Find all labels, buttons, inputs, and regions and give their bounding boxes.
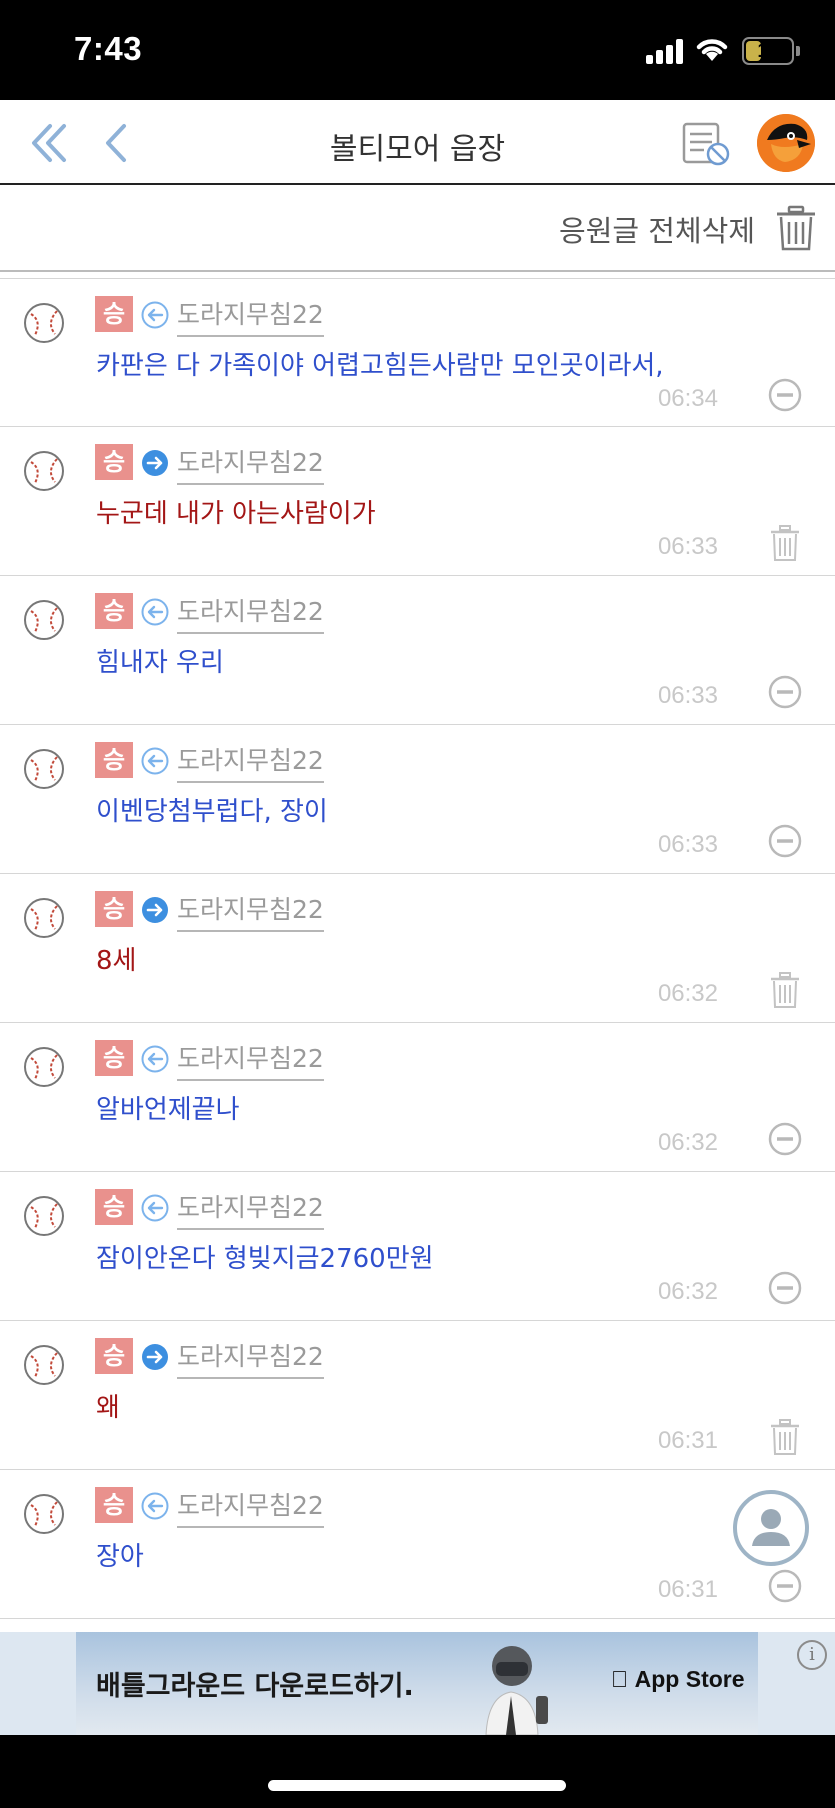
message-text: 이벤당첨부럽다, 장이 xyxy=(96,797,328,827)
message-text: 잠이안온다 형빚지금2760만원 xyxy=(96,1244,434,1274)
username-link[interactable]: 도라지무침22 xyxy=(177,1188,324,1230)
message-row[interactable]: 승 도라지무침22 잠이안온다 형빚지금2760만원 06:32 xyxy=(0,1172,835,1321)
win-badge: 승 xyxy=(95,1189,133,1225)
message-text: 장아 xyxy=(96,1542,144,1572)
arrow-left-icon xyxy=(141,301,169,329)
arrow-right-icon xyxy=(141,1343,169,1371)
app-store-label:  App Store xyxy=(611,1666,745,1692)
ad-banner[interactable]: 배틀그라운드 다운로드하기.  App Store i xyxy=(0,1632,835,1735)
ad-image[interactable]: 배틀그라운드 다운로드하기.  App Store xyxy=(76,1632,758,1735)
username-link[interactable]: 도라지무침22 xyxy=(177,890,324,932)
message-time: 06:31 xyxy=(657,1576,718,1603)
message-time: 06:33 xyxy=(657,682,718,709)
arrow-left-icon xyxy=(141,1045,169,1073)
trash-icon[interactable] xyxy=(768,1419,802,1455)
delete-all-label[interactable]: 응원글 전체삭제 xyxy=(559,208,755,250)
apple-icon:  xyxy=(611,1666,628,1692)
battery-nub xyxy=(796,46,800,56)
person-icon xyxy=(752,1509,790,1546)
win-badge: 승 xyxy=(95,742,133,778)
message-row[interactable]: 승 도라지무침22 장아 06:31 xyxy=(0,1470,835,1619)
message-row[interactable]: 승 도라지무침22 누군데 내가 아는사람이가 06:33 xyxy=(0,427,835,576)
win-badge: 승 xyxy=(95,444,133,480)
block-icon[interactable] xyxy=(768,1121,802,1157)
message-time: 06:32 xyxy=(657,980,718,1007)
arrow-left-icon xyxy=(141,598,169,626)
cellular-signal-icon xyxy=(646,38,684,64)
baseball-icon xyxy=(22,1492,66,1536)
message-text: 카판은 다 가족이야 어렵고힘든사람만 모인곳이라서, xyxy=(96,351,664,381)
status-time: 7:43 xyxy=(74,30,143,67)
home-indicator-area xyxy=(0,1735,835,1808)
battery-level: 11 xyxy=(757,40,779,62)
home-indicator[interactable] xyxy=(268,1780,566,1791)
orioles-logo-icon xyxy=(757,114,815,172)
ad-character-image xyxy=(485,1646,548,1735)
message-time: 06:31 xyxy=(657,1427,718,1454)
block-icon[interactable] xyxy=(768,674,802,710)
wifi-icon xyxy=(696,39,728,61)
baseball-icon xyxy=(22,1194,66,1238)
win-badge: 승 xyxy=(95,1040,133,1076)
status-bar: 7:43 11 xyxy=(0,0,835,100)
username-link[interactable]: 도라지무침22 xyxy=(177,1039,324,1081)
ad-text: 배틀그라운드 다운로드하기. xyxy=(96,1671,414,1702)
win-badge: 승 xyxy=(95,593,133,629)
message-text: 알바언제끝나 xyxy=(96,1095,240,1125)
message-text: 8세 xyxy=(96,946,137,976)
arrow-right-icon xyxy=(141,896,169,924)
baseball-icon xyxy=(22,747,66,791)
block-icon[interactable] xyxy=(768,1270,802,1306)
delete-all-bar: 응원글 전체삭제 xyxy=(0,186,835,272)
username-link[interactable]: 도라지무침22 xyxy=(177,592,324,634)
trash-icon[interactable] xyxy=(768,972,802,1008)
message-row[interactable]: 승 도라지무침22 카판은 다 가족이야 어렵고힘든사람만 모인곳이라서, 06:34 xyxy=(0,278,835,427)
block-icon[interactable] xyxy=(768,823,802,859)
message-row[interactable]: 승 도라지무침22 이벤당첨부럽다, 장이 06:33 xyxy=(0,725,835,874)
message-time: 06:33 xyxy=(657,831,718,858)
nav-bar: 볼티모어 읍장 xyxy=(0,100,835,185)
message-text: 누군데 내가 아는사람이가 xyxy=(96,499,376,529)
message-text: 힘내자 우리 xyxy=(96,648,224,678)
baseball-icon xyxy=(22,1343,66,1387)
message-time: 06:33 xyxy=(657,533,718,560)
baseball-icon xyxy=(22,896,66,940)
username-link[interactable]: 도라지무침22 xyxy=(177,741,324,783)
block-icon[interactable] xyxy=(768,377,802,413)
message-time: 06:32 xyxy=(657,1129,718,1156)
arrow-left-icon xyxy=(141,1492,169,1520)
block-icon[interactable] xyxy=(768,1568,802,1604)
win-badge: 승 xyxy=(95,296,133,332)
trash-icon[interactable] xyxy=(774,205,818,251)
message-time: 06:34 xyxy=(657,385,718,412)
arrow-left-icon xyxy=(141,1194,169,1222)
battery-icon: 11 xyxy=(742,37,794,65)
baseball-icon xyxy=(22,598,66,642)
profile-floating-button[interactable] xyxy=(733,1490,809,1566)
win-badge: 승 xyxy=(95,1338,133,1374)
message-list: 승 도라지무침22 카판은 다 가족이야 어렵고힘든사람만 모인곳이라서, 06:34… xyxy=(0,278,835,1619)
baseball-icon xyxy=(22,449,66,493)
username-link[interactable]: 도라지무침22 xyxy=(177,1337,324,1379)
trash-icon[interactable] xyxy=(768,525,802,561)
arrow-right-icon xyxy=(141,449,169,477)
win-badge: 승 xyxy=(95,1487,133,1523)
message-row[interactable]: 승 도라지무침22 힘내자 우리 06:33 xyxy=(0,576,835,725)
username-link[interactable]: 도라지무침22 xyxy=(177,295,324,337)
team-logo[interactable] xyxy=(757,114,815,172)
username-link[interactable]: 도라지무침22 xyxy=(177,443,324,485)
message-row[interactable]: 승 도라지무침22 8세 06:32 xyxy=(0,874,835,1023)
baseball-icon xyxy=(22,301,66,345)
list-block-icon[interactable] xyxy=(680,120,732,168)
arrow-left-icon xyxy=(141,747,169,775)
win-badge: 승 xyxy=(95,891,133,927)
username-link[interactable]: 도라지무침22 xyxy=(177,1486,324,1528)
baseball-icon xyxy=(22,1045,66,1089)
message-time: 06:32 xyxy=(657,1278,718,1305)
message-row[interactable]: 승 도라지무침22 알바언제끝나 06:32 xyxy=(0,1023,835,1172)
ad-info-icon[interactable]: i xyxy=(797,1640,827,1670)
message-text: 왜 xyxy=(96,1393,120,1423)
message-row[interactable]: 승 도라지무침22 왜 06:31 xyxy=(0,1321,835,1470)
